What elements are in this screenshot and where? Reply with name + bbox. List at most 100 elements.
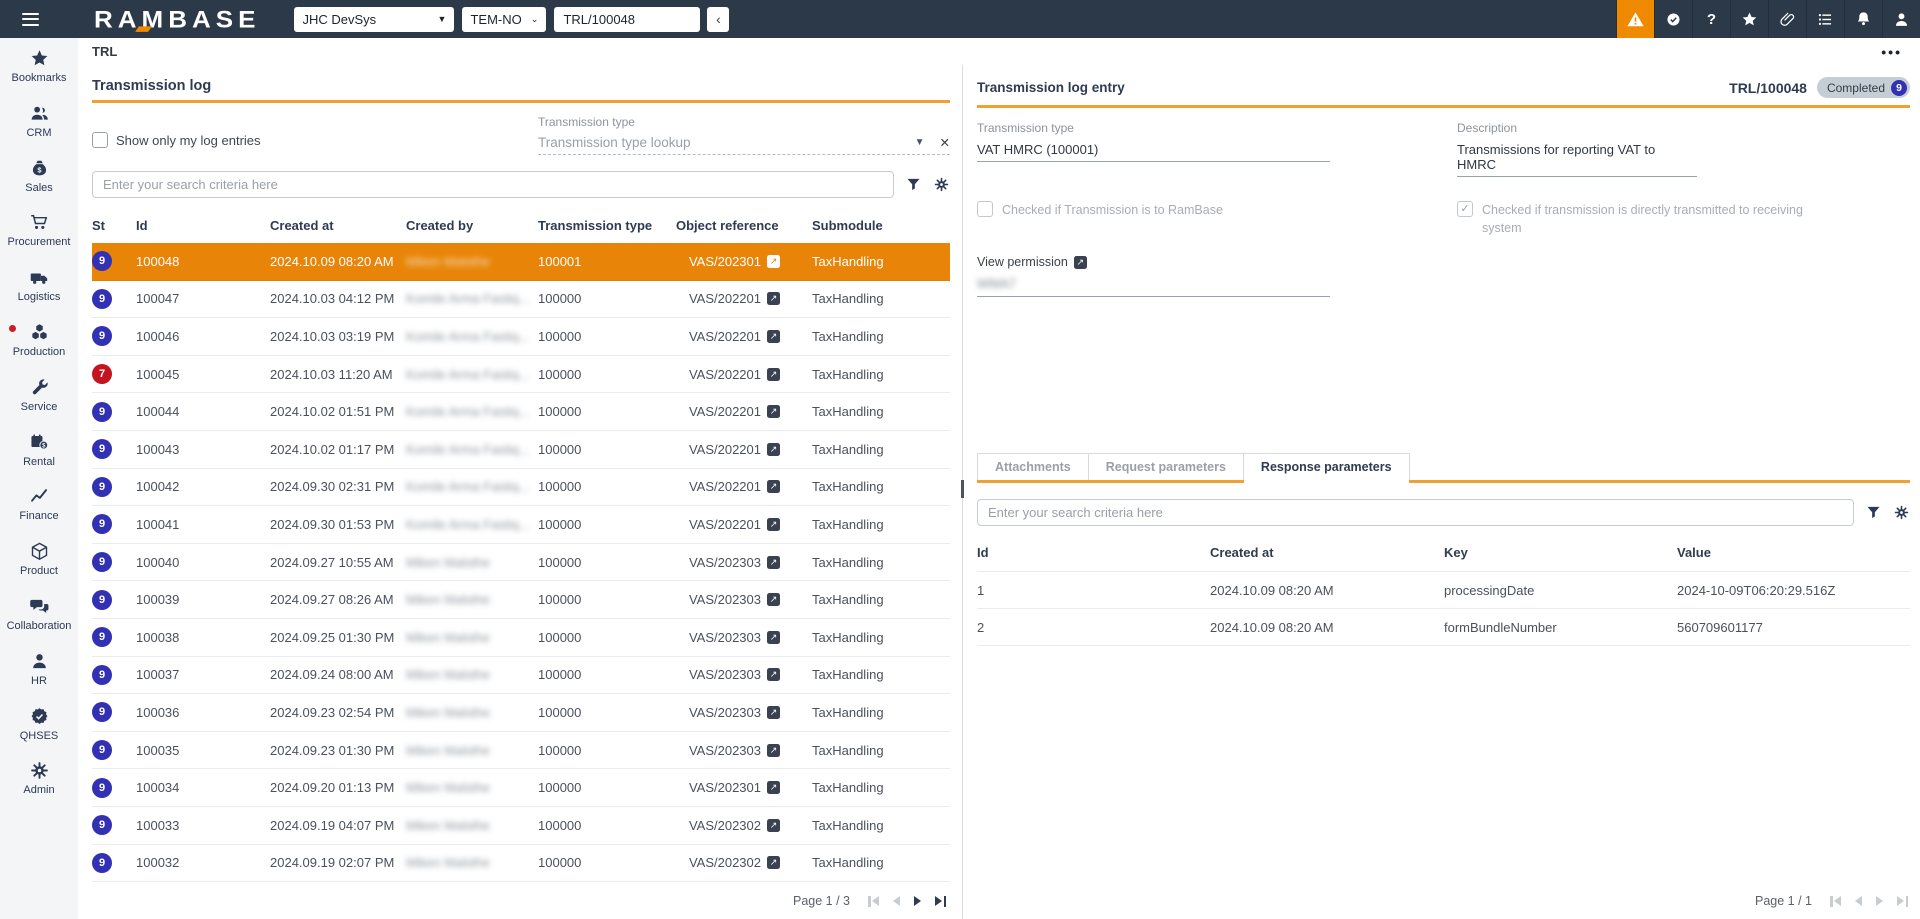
- help-button[interactable]: ?: [1692, 0, 1730, 38]
- sidebar-item-sales[interactable]: $ Sales: [0, 158, 78, 213]
- external-link-icon[interactable]: ↗: [767, 593, 780, 606]
- previous-page-button[interactable]: [1855, 896, 1862, 906]
- next-page-button[interactable]: [914, 896, 921, 906]
- tab-request-parameters[interactable]: Request parameters: [1089, 453, 1244, 480]
- table-row[interactable]: 9 100047 2024.10.03 04:12 PM Komile Arma…: [92, 281, 950, 319]
- sidebar-item-logistics[interactable]: Logistics: [0, 267, 78, 322]
- external-link-icon[interactable]: ↗: [767, 781, 780, 794]
- external-link-icon[interactable]: ↗: [767, 556, 780, 569]
- last-page-button[interactable]: [935, 896, 946, 907]
- sidebar-item-finance[interactable]: Finance: [0, 486, 78, 541]
- tab-attachments[interactable]: Attachments: [977, 453, 1089, 480]
- sidebar-item-hr[interactable]: HR: [0, 651, 78, 706]
- sidebar-item-service[interactable]: Service: [0, 377, 78, 432]
- first-page-button[interactable]: [868, 896, 879, 907]
- filter-icon[interactable]: [1865, 504, 1882, 521]
- table-row[interactable]: 9 100034 2024.09.20 01:13 PM Miken Malst…: [92, 769, 950, 807]
- chevron-down-icon[interactable]: ▼: [915, 137, 925, 148]
- row-transmission-type: 100000: [538, 291, 676, 306]
- table-row[interactable]: 9 100042 2024.09.30 02:31 PM Komile Arma…: [92, 469, 950, 507]
- external-link-icon[interactable]: ↗: [1074, 256, 1087, 269]
- param-id: 1: [977, 583, 1210, 598]
- external-link-icon[interactable]: ↗: [767, 443, 780, 456]
- company-select[interactable]: TEM-NO⌄: [462, 7, 546, 32]
- sidebar-item-admin[interactable]: Admin: [0, 760, 78, 815]
- previous-page-button[interactable]: [893, 896, 900, 906]
- table-row[interactable]: 9 100038 2024.09.25 01:30 PM Miken Malst…: [92, 619, 950, 657]
- table-row[interactable]: 9 100036 2024.09.23 02:54 PM Miken Malst…: [92, 694, 950, 732]
- environment-select[interactable]: JHC DevSys▼: [294, 7, 454, 32]
- sidebar-item-procurement[interactable]: Procurement: [0, 212, 78, 267]
- log-search-input[interactable]: [92, 171, 894, 198]
- external-link-icon[interactable]: ↗: [767, 405, 780, 418]
- table-row[interactable]: 9 100048 2024.10.09 08:20 AM Miken Malst…: [92, 243, 950, 281]
- row-created-at: 2024.10.03 03:19 PM: [270, 329, 406, 344]
- alerts-button[interactable]: [1616, 0, 1654, 38]
- table-row[interactable]: 9 100032 2024.09.19 02:07 PM Miken Malst…: [92, 845, 950, 883]
- table-row[interactable]: 2 2024.10.09 08:20 AM formBundleNumber 5…: [977, 608, 1910, 645]
- external-link-icon[interactable]: ↗: [767, 631, 780, 644]
- table-row[interactable]: 9 100044 2024.10.02 01:51 PM Komile Arma…: [92, 393, 950, 431]
- filter-icon[interactable]: [905, 176, 922, 193]
- tab-response-parameters[interactable]: Response parameters: [1244, 453, 1410, 480]
- back-button[interactable]: ‹: [707, 7, 729, 32]
- description-value[interactable]: Transmissions for reporting VAT to HMRC: [1457, 142, 1697, 177]
- status-badge: Completed 9: [1817, 77, 1910, 98]
- row-object-reference: VAS/202201: [689, 404, 761, 419]
- table-row[interactable]: 9 100039 2024.09.27 08:26 AM Miken Malst…: [92, 581, 950, 619]
- global-search-input[interactable]: [554, 7, 700, 32]
- table-row[interactable]: 9 100041 2024.09.30 01:53 PM Komile Arma…: [92, 506, 950, 544]
- table-row[interactable]: 1 2024.10.09 08:20 AM processingDate 202…: [977, 571, 1910, 608]
- sidebar-item-production[interactable]: Production: [0, 322, 78, 377]
- table-row[interactable]: 9 100033 2024.09.19 04:07 PM Miken Malst…: [92, 807, 950, 845]
- panel-resize-handle[interactable]: [961, 480, 964, 498]
- sidebar-item-rental[interactable]: $ Rental: [0, 432, 78, 487]
- external-link-icon[interactable]: ↗: [767, 330, 780, 343]
- more-options-button[interactable]: •••: [1881, 44, 1902, 60]
- favorites-button[interactable]: [1730, 0, 1768, 38]
- entry-tabs: Attachments Request parameters Response …: [977, 453, 1910, 483]
- sidebar-item-product[interactable]: Product: [0, 541, 78, 596]
- external-link-icon[interactable]: ↗: [767, 819, 780, 832]
- external-link-icon[interactable]: ↗: [767, 518, 780, 531]
- sidebar-item-qhses[interactable]: QHSES: [0, 706, 78, 761]
- table-row[interactable]: 7 100045 2024.10.03 11:20 AM Komile Arma…: [92, 356, 950, 394]
- external-link-icon[interactable]: ↗: [767, 706, 780, 719]
- table-row[interactable]: 9 100037 2024.09.24 08:00 AM Miken Malst…: [92, 657, 950, 695]
- clear-icon[interactable]: ✕: [940, 135, 950, 150]
- parameters-search-input[interactable]: [977, 499, 1854, 526]
- profile-button[interactable]: [1882, 0, 1920, 38]
- transmission-type-lookup-input[interactable]: Transmission type lookup: [538, 135, 915, 150]
- external-link-icon[interactable]: ↗: [767, 368, 780, 381]
- external-link-icon[interactable]: ↗: [767, 856, 780, 869]
- row-transmission-type: 100000: [538, 367, 676, 382]
- external-link-icon[interactable]: ↗: [767, 744, 780, 757]
- table-row[interactable]: 9 100046 2024.10.03 03:19 PM Komile Arma…: [92, 318, 950, 356]
- external-link-icon[interactable]: ↗: [767, 292, 780, 305]
- to-rambase-checkbox: Checked if Transmission is to RamBase: [977, 201, 1457, 237]
- table-row[interactable]: 9 100040 2024.09.27 10:55 AM Miken Malst…: [92, 544, 950, 582]
- tasks-button[interactable]: [1806, 0, 1844, 38]
- sidebar-item-crm[interactable]: CRM: [0, 103, 78, 158]
- first-page-button[interactable]: [1830, 896, 1841, 907]
- gear-icon[interactable]: [1893, 504, 1910, 521]
- sidebar-item-collaboration[interactable]: Collaboration: [0, 596, 78, 651]
- notifications-button[interactable]: [1844, 0, 1882, 38]
- external-link-icon[interactable]: ↗: [767, 668, 780, 681]
- sidebar-item-bookmarks[interactable]: Bookmarks: [0, 48, 78, 103]
- table-row[interactable]: 9 100035 2024.09.23 01:30 PM Miken Malst…: [92, 732, 950, 770]
- table-row[interactable]: 9 100043 2024.10.02 01:17 PM Komile Arma…: [92, 431, 950, 469]
- attachments-button[interactable]: [1768, 0, 1806, 38]
- view-permission-value[interactable]: WMA7: [977, 276, 1330, 297]
- param-id: 2: [977, 620, 1210, 635]
- gear-icon[interactable]: [933, 176, 950, 193]
- external-link-icon[interactable]: ↗: [767, 480, 780, 493]
- checkbox-unchecked[interactable]: [92, 132, 108, 148]
- next-page-button[interactable]: [1876, 896, 1883, 906]
- last-page-button[interactable]: [1897, 896, 1908, 907]
- show-only-my-log-entries-checkbox[interactable]: Show only my log entries: [92, 132, 261, 148]
- external-link-icon[interactable]: ↗: [767, 255, 780, 268]
- hamburger-menu-icon[interactable]: [12, 0, 48, 38]
- approvals-button[interactable]: [1654, 0, 1692, 38]
- transmission-type-value[interactable]: VAT HMRC (100001): [977, 142, 1330, 162]
